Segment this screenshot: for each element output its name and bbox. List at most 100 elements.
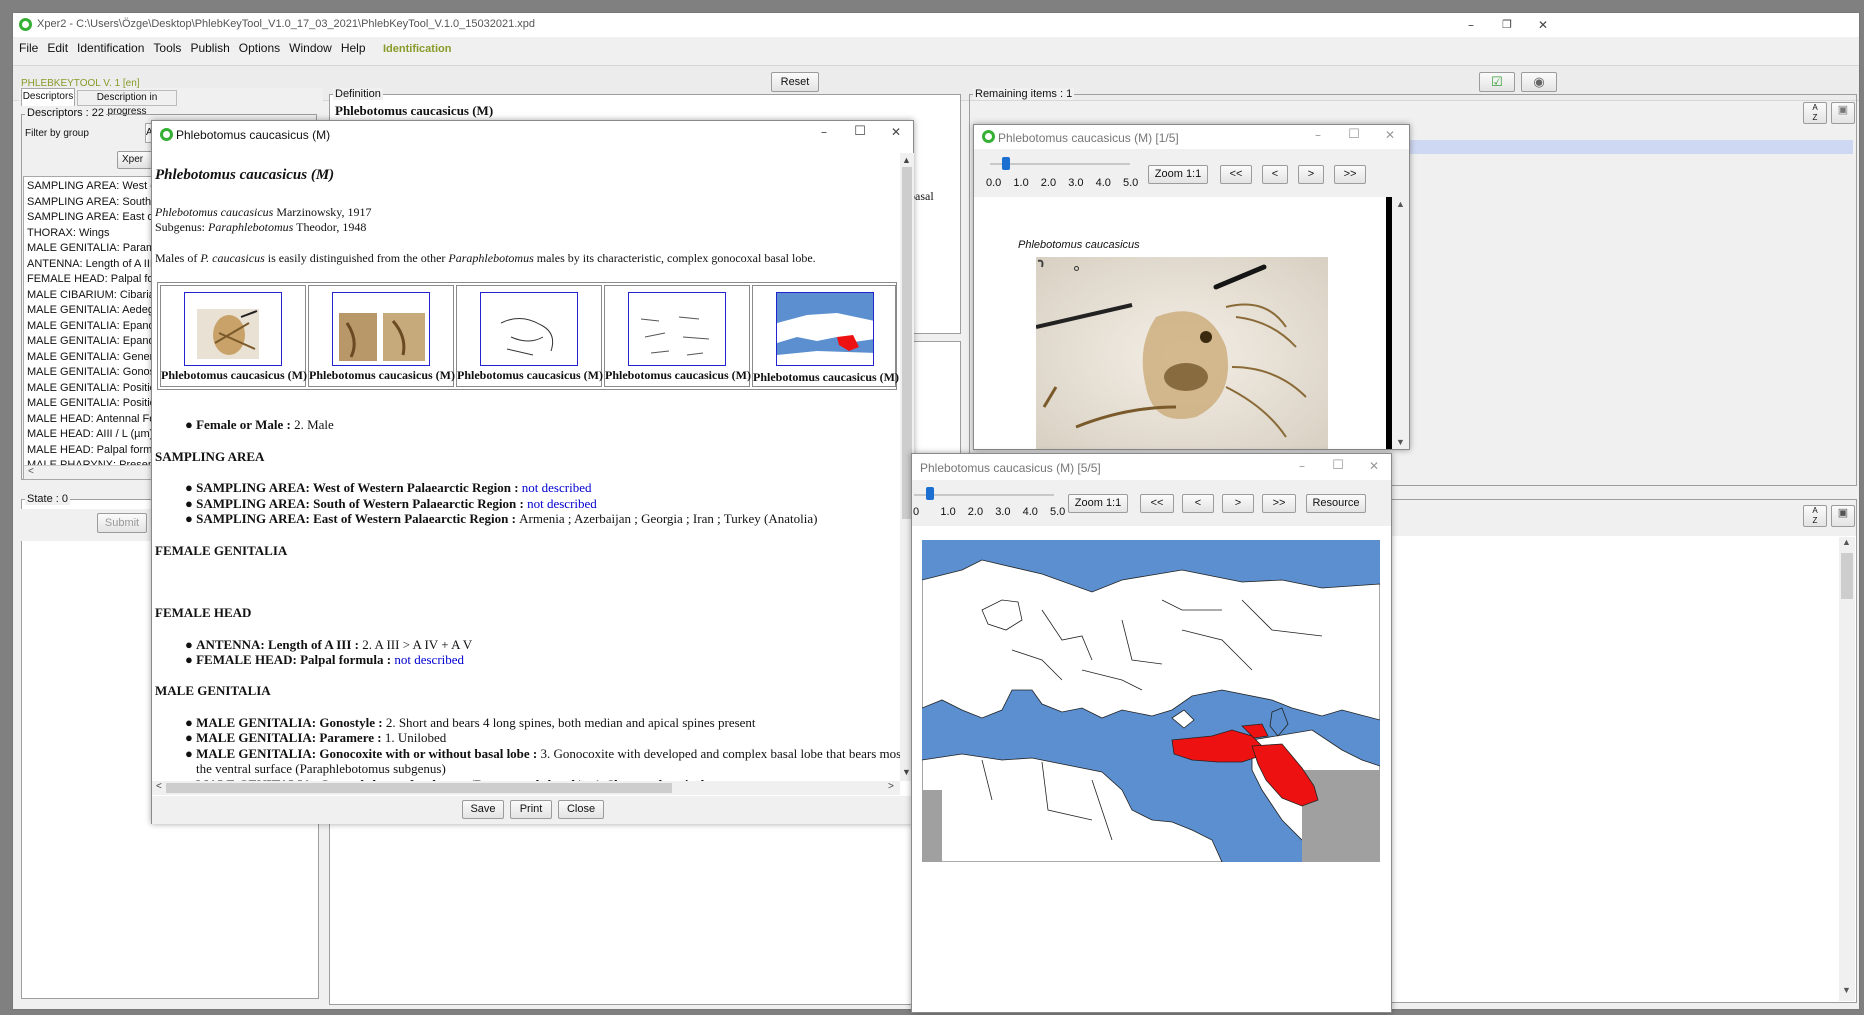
tab-descriptors[interactable]: Descriptors: [21, 88, 75, 106]
female-head-2-value[interactable]: not described: [394, 652, 464, 667]
resource-button[interactable]: Resource: [1306, 494, 1366, 513]
section-sampling: SAMPLING AREA: [155, 449, 265, 464]
remark-text-1: Males of: [155, 251, 201, 265]
thumbnail-plate: [628, 292, 726, 366]
minimize-icon[interactable]: –: [1284, 454, 1320, 478]
remaining-item-row[interactable]: [1407, 140, 1853, 154]
scroll-up-icon[interactable]: ▲: [1842, 537, 1851, 547]
sampling-1-value[interactable]: not described: [522, 480, 592, 495]
menu-edit[interactable]: Edit: [47, 41, 68, 55]
female-head-1-label: ANTENNA: Length of A III :: [196, 637, 363, 652]
zoom-tick-label: 0.0: [986, 177, 1002, 189]
thumbnail-3[interactable]: Phlebotomus caucasicus (M): [456, 285, 603, 387]
xper-window-icon: [982, 130, 995, 143]
sampling-item-3: ● SAMPLING AREA: East of Western Palaear…: [185, 511, 818, 526]
print-button[interactable]: Print: [510, 800, 552, 819]
last-image-button[interactable]: >>: [1334, 165, 1366, 184]
sort-az-icon[interactable]: AZ: [1803, 102, 1827, 124]
male-gen-3-value: 3. Gonocoxite with developed and complex…: [540, 746, 901, 761]
thumbnail-caption: Phlebotomus caucasicus (M): [605, 368, 751, 382]
minimize-icon[interactable]: –: [1453, 13, 1489, 37]
sampling-2-value[interactable]: not described: [527, 496, 597, 511]
zoom-1-1-button[interactable]: Zoom 1:1: [1068, 494, 1128, 513]
scroll-thumb[interactable]: [1841, 553, 1853, 599]
male-gen-1-value: 2. Short and bears 4 long spines, both m…: [385, 715, 756, 730]
scroll-down-icon[interactable]: ▼: [1842, 985, 1851, 995]
zoom-slider-thumb[interactable]: [926, 487, 934, 500]
scroll-up-icon[interactable]: ▲: [1396, 199, 1405, 209]
scroll-right-icon[interactable]: >: [888, 781, 894, 792]
male-gen-item-2: ● MALE GENITALIA: Paramere : 1. Unilobed: [185, 730, 447, 745]
scroll-up-icon[interactable]: ▲: [902, 155, 911, 165]
scroll-left-icon[interactable]: <: [28, 466, 34, 477]
description-footer: Save Print Close: [152, 796, 913, 824]
sex-label: Female or Male :: [196, 417, 295, 432]
restore-icon[interactable]: ❐: [1489, 13, 1525, 37]
menu-identification[interactable]: Identification: [77, 41, 144, 55]
menu-tools[interactable]: Tools: [153, 41, 181, 55]
female-head-item-1: ● ANTENNA: Length of A III : 2. A III > …: [185, 637, 473, 652]
filter-label: Filter by group: [25, 128, 89, 139]
thumbnail-4[interactable]: Phlebotomus caucasicus (M): [604, 285, 751, 387]
thumbnail-caption: Phlebotomus caucasicus (M): [309, 368, 455, 382]
zoom-slider-track[interactable]: [990, 163, 1130, 165]
image-window-5: Phlebotomus caucasicus (M) [5/5] – ☐ ✕ 0…: [911, 453, 1392, 1013]
female-head-2-label: FEMALE HEAD: Palpal formula :: [196, 652, 395, 667]
male-gen-item-3: ● MALE GENITALIA: Gonocoxite with or wit…: [185, 746, 901, 762]
scroll-down-icon[interactable]: ▼: [1396, 437, 1405, 447]
zoom-slider-thumb[interactable]: [1002, 157, 1010, 170]
thumbnail-5[interactable]: Phlebotomus caucasicus (M): [752, 285, 899, 387]
menu-file[interactable]: File: [19, 41, 38, 55]
close-button[interactable]: Close: [558, 800, 604, 819]
close-icon[interactable]: ✕: [1372, 125, 1408, 147]
description-window: Phlebotomus caucasicus (M) – ☐ ✕ Phlebot…: [151, 120, 914, 824]
maximize-icon[interactable]: ☐: [1320, 454, 1356, 478]
first-image-button[interactable]: <<: [1220, 165, 1252, 184]
image-window-1-vscroll[interactable]: ▲ ▼: [1392, 197, 1409, 449]
camera-icon[interactable]: ▣: [1831, 505, 1855, 527]
scroll-down-icon[interactable]: ▼: [902, 767, 911, 777]
image-window-1: Phlebotomus caucasicus (M) [1/5] – ☐ ✕ 0…: [973, 124, 1410, 450]
thumbnail-1[interactable]: Phlebotomus caucasicus (M): [160, 285, 307, 387]
zoom-tick-label: 4.0: [1095, 177, 1111, 189]
sort-az-icon-2[interactable]: AZ: [1803, 505, 1827, 527]
hscroll-thumb[interactable]: [166, 783, 672, 793]
menu-options[interactable]: Options: [239, 41, 280, 55]
menu-help[interactable]: Help: [341, 41, 366, 55]
zoom-tick-label: 2.0: [1040, 177, 1057, 189]
minimize-icon[interactable]: –: [1300, 125, 1336, 147]
next-image-button[interactable]: >: [1298, 165, 1324, 184]
menu-window[interactable]: Window: [289, 41, 332, 55]
thumbnail-2[interactable]: Phlebotomus caucasicus (M): [308, 285, 455, 387]
save-button[interactable]: Save: [462, 800, 504, 819]
zoom-tick-label: 3.0: [1068, 177, 1084, 189]
submit-button[interactable]: Submit: [97, 513, 147, 533]
zoom-slider-track[interactable]: [914, 494, 1054, 496]
minimize-icon[interactable]: –: [806, 121, 842, 143]
next-image-button[interactable]: >: [1222, 494, 1254, 513]
xper-app-icon: [19, 18, 32, 31]
image-window-1-title: Phlebotomus caucasicus (M) [1/5]: [998, 131, 1179, 145]
sampling-2-label: SAMPLING AREA: South of Western Palaearc…: [196, 496, 528, 511]
thumbnail-caption: Phlebotomus caucasicus (M): [457, 368, 603, 382]
close-icon[interactable]: ✕: [1525, 13, 1561, 37]
remaining-vscroll[interactable]: ▲ ▼: [1839, 537, 1855, 1001]
description-titlebar: Phlebotomus caucasicus (M) – ☐ ✕: [152, 121, 913, 151]
close-icon[interactable]: ✕: [1356, 454, 1391, 478]
last-image-button[interactable]: >>: [1262, 494, 1296, 513]
description-hscroll[interactable]: < >: [152, 781, 900, 795]
previous-image-button[interactable]: <: [1262, 165, 1288, 184]
menu-publish[interactable]: Publish: [190, 41, 229, 55]
maximize-icon[interactable]: ☐: [1336, 125, 1372, 147]
maximize-icon[interactable]: ☐: [842, 121, 878, 143]
image-window-5-title: Phlebotomus caucasicus (M) [5/5]: [920, 461, 1101, 475]
zoom-1-1-button[interactable]: Zoom 1:1: [1148, 165, 1208, 184]
scroll-left-icon[interactable]: <: [156, 781, 162, 792]
first-image-button[interactable]: <<: [1140, 494, 1174, 513]
zoom-tick-label: 3.0: [995, 506, 1011, 518]
tab-description-in-progress[interactable]: Description in progress: [77, 90, 177, 117]
previous-image-button[interactable]: <: [1182, 494, 1214, 513]
image-view-icon[interactable]: ▣: [1831, 102, 1855, 124]
close-icon[interactable]: ✕: [878, 121, 914, 143]
description-content: Phlebotomus caucasicus (M) Phlebotomus c…: [153, 153, 901, 785]
